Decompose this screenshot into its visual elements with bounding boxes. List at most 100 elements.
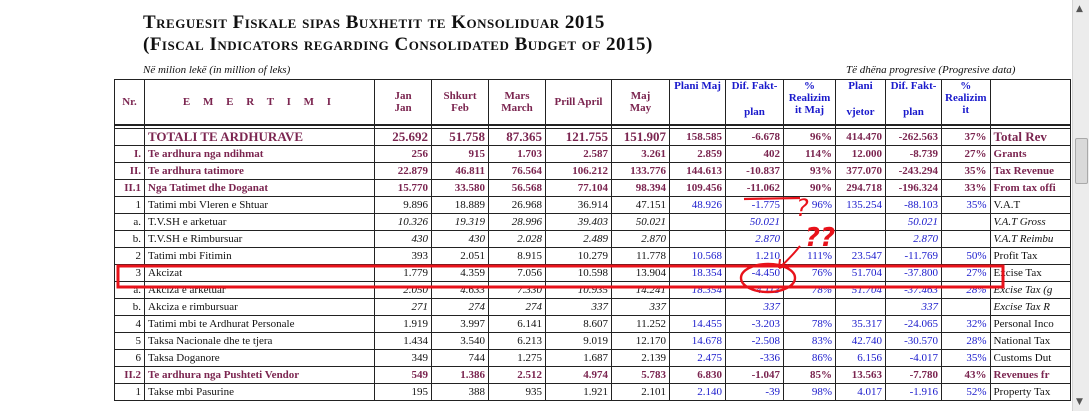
table-cell: -2.508 <box>725 332 784 350</box>
table-cell: 6.213 <box>488 332 546 350</box>
table-cell: 8.915 <box>488 247 546 265</box>
table-row: II. Te ardhura tatimore 22.879 46.811 76.564… <box>114 162 1071 180</box>
row-english-label: Tax Revenue <box>989 162 1071 180</box>
row-number: I. <box>114 145 145 163</box>
table-cell: 19.319 <box>431 213 489 231</box>
row-label: Te ardhura tatimore <box>144 162 375 180</box>
row-label: T.V.SH e Rimbursuar <box>144 230 375 248</box>
row-english-label: V.A.T Gross <box>989 213 1071 231</box>
header-jan: Jan Jan <box>374 79 432 126</box>
table-cell: 48.926 <box>669 196 726 214</box>
header-maj: Maj May <box>611 79 670 126</box>
table-cell: 744 <box>431 349 489 367</box>
table-cell: -7.780 <box>885 366 942 384</box>
table-cell: 144.613 <box>669 162 726 180</box>
table-cell: 935 <box>488 383 546 401</box>
table-cell: 11.778 <box>611 247 670 265</box>
table-cell: 109.456 <box>669 179 726 197</box>
table-cell: -30.570 <box>885 332 942 350</box>
table-cell: 28.996 <box>488 213 546 231</box>
row-english-label: Property Tax <box>989 383 1071 401</box>
table-cell: 2.870 <box>725 230 784 248</box>
table-cell: 27% <box>941 145 991 163</box>
table-cell: 51.704 <box>835 281 886 299</box>
table-cell: 274 <box>488 298 546 316</box>
row-number: 1 <box>114 196 145 214</box>
table-cell: 93% <box>783 162 836 180</box>
table-cell: 6.830 <box>669 366 726 384</box>
table-row: 4 Tatimi mbi te Ardhurat Personale 1.919 3.… <box>114 315 1071 333</box>
table-row: 2 Tatimi mbi Fitimin 393 2.051 8.915 10.279 11… <box>114 247 1071 265</box>
table-cell: 10.568 <box>669 247 726 265</box>
row-label: Akciza e rimbursuar <box>144 298 375 316</box>
table-row: b. Akciza e rimbursuar 271 274 274 337 337 337 3… <box>114 298 1071 316</box>
table-cell: 349 <box>374 349 432 367</box>
table-cell: 18.354 <box>669 264 726 282</box>
row-label: Akciza e arketuar <box>144 281 375 299</box>
table-cell: 27% <box>941 264 991 282</box>
table-cell: 77.104 <box>545 179 612 197</box>
table-cell: -37.463 <box>885 281 942 299</box>
table-cell <box>669 230 726 248</box>
table-cell: 35% <box>941 196 991 214</box>
table-cell: 2.051 <box>431 247 489 265</box>
row-english-label: Profit Tax <box>989 247 1071 265</box>
header-shkurt: Shkurt Feb <box>431 79 489 126</box>
vertical-scrollbar[interactable]: ▲ ▼ <box>1072 0 1089 411</box>
table-cell <box>835 213 886 231</box>
row-label: Takse mbi Pasurine <box>144 383 375 401</box>
table-cell: -8.739 <box>885 145 942 163</box>
table-cell: 28% <box>941 281 991 299</box>
row-label: Nga Tatimet dhe Doganat <box>144 179 375 197</box>
table-cell <box>669 213 726 231</box>
table-cell: 26.968 <box>488 196 546 214</box>
table-cell: 7.330 <box>488 281 546 299</box>
progressive-note: Të dhëna progresive (Progresive data) <box>846 64 1016 76</box>
header-prill: Prill April <box>545 79 612 126</box>
table-cell: 195 <box>374 383 432 401</box>
table-cell: 402 <box>725 145 784 163</box>
table-cell: 14.241 <box>611 281 670 299</box>
table-cell: -4.113 <box>725 281 784 299</box>
table-cell: 90% <box>783 179 836 197</box>
table-cell <box>783 298 836 316</box>
table-cell: 96% <box>783 128 836 146</box>
table-cell: -243.294 <box>885 162 942 180</box>
table-row: TOTALI TE ARDHURAVE 25.692 51.758 87.365 121… <box>114 128 1071 146</box>
table-cell: 15.770 <box>374 179 432 197</box>
table-cell: 4.017 <box>835 383 886 401</box>
table-cell: -10.837 <box>725 162 784 180</box>
row-number: 3 <box>114 264 145 282</box>
scroll-up-icon[interactable]: ▲ <box>1076 4 1083 14</box>
table-cell: 2.870 <box>611 230 670 248</box>
table-cell: 28% <box>941 332 991 350</box>
table-cell: 430 <box>374 230 432 248</box>
table-cell: 25.692 <box>374 128 432 146</box>
table-cell: 98.394 <box>611 179 670 197</box>
table-cell: 2.475 <box>669 349 726 367</box>
row-label: TOTALI TE ARDHURAVE <box>144 128 375 146</box>
table-cell: 43% <box>941 366 991 384</box>
table-cell: 96% <box>783 196 836 214</box>
row-number: II.1 <box>114 179 145 197</box>
table-cell: 50% <box>941 247 991 265</box>
table-cell: 274 <box>431 298 489 316</box>
table-cell: 50.021 <box>611 213 670 231</box>
row-english-label: Customs Dut <box>989 349 1071 367</box>
row-english-label: V.A.T <box>989 196 1071 214</box>
table-cell: 2.140 <box>669 383 726 401</box>
table-cell: 2.489 <box>545 230 612 248</box>
scroll-thumb[interactable] <box>1075 138 1088 184</box>
table-cell: 5.783 <box>611 366 670 384</box>
table-cell: 158.585 <box>669 128 726 146</box>
table-cell: -11.062 <box>725 179 784 197</box>
scroll-down-icon[interactable]: ▼ <box>1076 397 1083 407</box>
table-cell: 11.252 <box>611 315 670 333</box>
table-cell: 18.354 <box>669 281 726 299</box>
row-number: b. <box>114 298 145 316</box>
table-cell: 294.718 <box>835 179 886 197</box>
table-cell <box>835 298 886 316</box>
table-row: b. T.V.SH e Rimbursuar 430 430 2.028 2.489 2.8… <box>114 230 1071 248</box>
table-cell: 2.870 <box>885 230 942 248</box>
row-label: Te ardhura nga ndihmat <box>144 145 375 163</box>
